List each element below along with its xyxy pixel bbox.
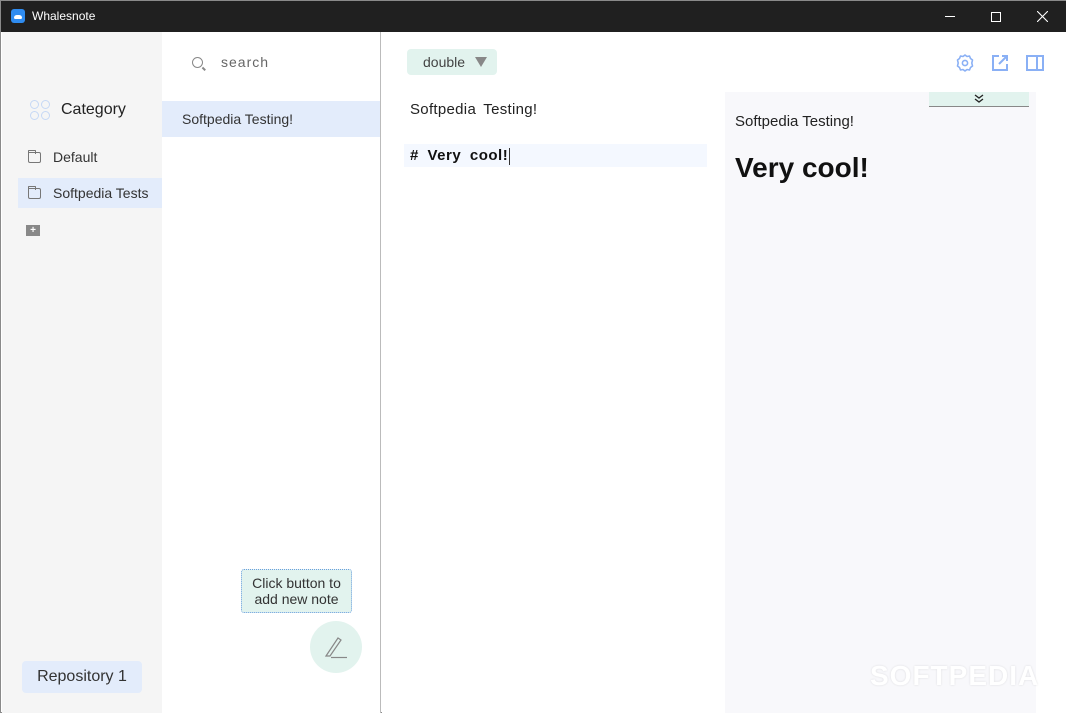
markdown-editor[interactable]: Softpedia Testing! # Very cool!: [404, 92, 709, 692]
whalesnote-logo-icon: [11, 9, 25, 23]
category-item-softpedia-tests[interactable]: Softpedia Tests: [18, 178, 172, 208]
pen-icon: [324, 637, 347, 659]
editor-line-active[interactable]: # Very cool!: [404, 144, 707, 167]
preview-heading: Very cool!: [735, 152, 869, 183]
category-item-default[interactable]: Default: [18, 142, 162, 172]
search-box: [192, 54, 371, 70]
category-sidebar: Category Default Softpedia Tests + Repos…: [2, 32, 172, 713]
preview-paragraph: Softpedia Testing!: [735, 113, 854, 130]
folder-icon: [28, 149, 41, 163]
category-title: Category: [61, 101, 126, 118]
note-list-item[interactable]: Softpedia Testing!: [162, 101, 380, 137]
dropdown-arrow-icon: [475, 57, 488, 67]
add-category-icon[interactable]: +: [26, 225, 40, 236]
editor-line[interactable]: Softpedia Testing!: [410, 101, 537, 118]
text-cursor: [509, 147, 511, 165]
app-title: Whalesnote: [32, 9, 96, 23]
repository-button[interactable]: Repository 1: [22, 661, 142, 693]
view-mode-value: double: [423, 54, 466, 70]
category-label: Default: [53, 149, 98, 165]
app-window: Whalesnote Category Default Softpedia Te…: [0, 0, 1066, 713]
external-link-icon[interactable]: [990, 53, 1010, 73]
close-button[interactable]: [1019, 1, 1065, 32]
editor-line-text: # Very cool!: [410, 147, 509, 164]
search-input[interactable]: [221, 54, 371, 70]
split-view-icon[interactable]: [1025, 53, 1045, 73]
collapse-preview-button[interactable]: [929, 92, 1029, 107]
double-chevron-down-icon: [974, 94, 984, 103]
new-note-button[interactable]: [310, 621, 362, 673]
maximize-button[interactable]: [973, 1, 1019, 32]
minimize-icon: [945, 16, 955, 17]
gear-icon[interactable]: [955, 53, 975, 73]
title-bar: Whalesnote: [1, 1, 1066, 32]
editor-area: double Softpedia Testing! # Very cool! S…: [382, 32, 1066, 713]
add-note-tooltip: Click button to add new note: [241, 569, 352, 613]
category-header: Category: [30, 100, 126, 120]
notes-list-pane: Softpedia Testing! Click button to add n…: [162, 32, 381, 713]
view-mode-select[interactable]: double: [407, 49, 497, 75]
category-icon: [30, 100, 50, 120]
category-label: Softpedia Tests: [53, 185, 149, 201]
folder-icon: [28, 185, 41, 199]
search-icon: [192, 56, 203, 68]
maximize-icon: [991, 11, 1001, 22]
softpedia-watermark: SOFTPEDIA: [870, 660, 1040, 691]
minimize-button[interactable]: [927, 1, 973, 32]
close-icon: [1036, 11, 1048, 22]
markdown-preview: Softpedia Testing! Very cool!: [725, 92, 1036, 713]
